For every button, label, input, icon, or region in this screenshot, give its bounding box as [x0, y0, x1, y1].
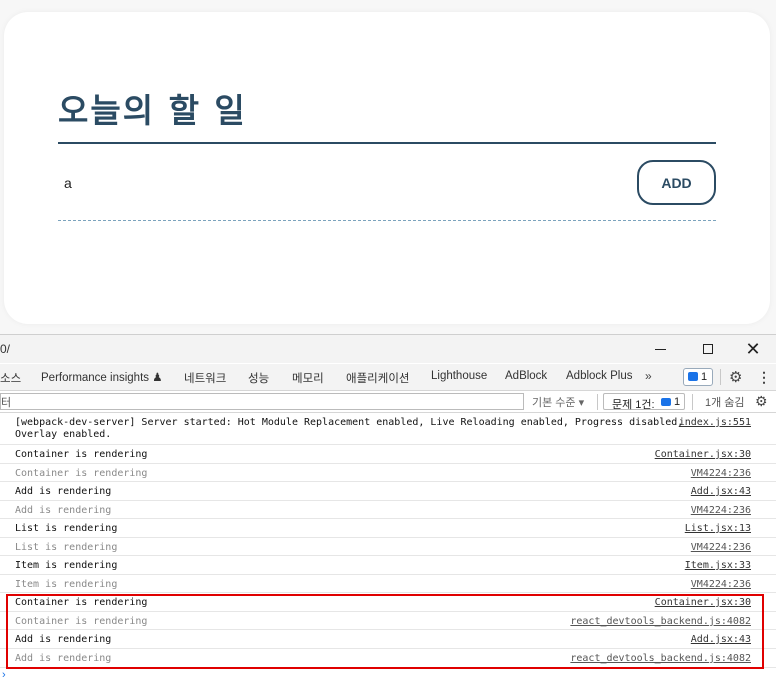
- log-source-link[interactable]: Item.jsx:33: [685, 560, 751, 571]
- more-tabs-icon[interactable]: »: [645, 369, 652, 383]
- tab-performance-insights[interactable]: Performance insights ♟: [41, 370, 163, 384]
- add-button[interactable]: ADD: [637, 160, 716, 205]
- log-message: Add is rendering: [15, 634, 112, 645]
- log-message: List is rendering: [15, 523, 118, 534]
- log-source-link[interactable]: Add.jsx:43: [691, 486, 751, 497]
- close-icon[interactable]: ✕: [742, 339, 764, 359]
- log-row: Add is rendering VM4224:236: [0, 501, 776, 519]
- log-row: Add is rendering Add.jsx:43: [0, 630, 776, 649]
- devtools-titlebar: 0/ ✕: [0, 335, 776, 363]
- page-title: 오늘의 할 일: [58, 91, 247, 130]
- tab-lighthouse[interactable]: Lighthouse: [431, 370, 487, 382]
- log-row: Add is rendering react_devtools_backend.…: [0, 649, 776, 668]
- log-message: Container is rendering: [15, 468, 148, 479]
- log-source-link[interactable]: Add.jsx:43: [691, 634, 751, 645]
- console-settings-gear-icon[interactable]: ⚙: [755, 393, 768, 410]
- tab-performance[interactable]: 성능: [248, 370, 269, 386]
- log-row: List is rendering List.jsx:13: [0, 519, 776, 538]
- more-options-icon[interactable]: ⋮: [757, 369, 771, 386]
- log-message: Container is rendering: [15, 449, 148, 460]
- console-log-list: [webpack-dev-server] Server started: Hot…: [0, 413, 776, 668]
- log-row: Item is rendering Item.jsx:33: [0, 556, 776, 575]
- log-message: Container is rendering: [15, 616, 148, 627]
- minimize-icon[interactable]: [650, 339, 672, 359]
- issues-badge[interactable]: 1: [683, 368, 713, 386]
- filter-input[interactable]: 터: [0, 393, 524, 410]
- maximize-icon[interactable]: [697, 339, 719, 359]
- todo-input[interactable]: [64, 170, 624, 196]
- log-level-select[interactable]: 기본 수준 ▾: [532, 394, 584, 410]
- issues-count-button[interactable]: 문제 1건: 1: [603, 393, 685, 411]
- log-row: [webpack-dev-server] Server started: Hot…: [0, 413, 776, 445]
- log-row: Container is rendering Container.jsx:30: [0, 445, 776, 464]
- log-source-link[interactable]: VM4224:236: [691, 579, 751, 590]
- log-source-link[interactable]: Container.jsx:30: [655, 597, 751, 608]
- log-message: [webpack-dev-server] Server started: Hot…: [15, 417, 684, 440]
- tab-network[interactable]: 네트워크: [184, 370, 226, 386]
- issues-badge-count: 1: [701, 371, 708, 383]
- log-message: List is rendering: [15, 542, 118, 553]
- list-divider: [58, 220, 716, 221]
- log-message: Add is rendering: [15, 505, 112, 516]
- log-source-link[interactable]: VM4224:236: [691, 542, 751, 553]
- settings-gear-icon[interactable]: ⚙: [729, 368, 742, 386]
- divider: [597, 394, 598, 410]
- title-divider: [58, 142, 716, 144]
- devtools-window: 0/ ✕ 소스 Performance insights ♟ 네트워크 성능 메…: [0, 334, 776, 696]
- divider: [692, 394, 693, 410]
- todo-card: 오늘의 할 일 ADD: [4, 12, 770, 324]
- log-source-link[interactable]: VM4224:236: [691, 505, 751, 516]
- tab-application[interactable]: 애플리케이션: [346, 370, 409, 386]
- tab-adblock-plus[interactable]: Adblock Plus: [566, 370, 632, 382]
- log-source-link[interactable]: react_devtools_backend.js:4082: [570, 653, 751, 664]
- log-source-link[interactable]: react_devtools_backend.js:4082: [570, 616, 751, 627]
- devtools-tabbar: 소스 Performance insights ♟ 네트워크 성능 메모리 애플…: [0, 364, 776, 391]
- hidden-count: 1개 숨김: [705, 397, 745, 409]
- message-icon: [688, 372, 698, 381]
- log-message: Container is rendering: [15, 597, 148, 608]
- issues-count-number: 1: [674, 396, 681, 408]
- log-source-link[interactable]: index.js:551: [679, 417, 751, 428]
- log-source-link[interactable]: Container.jsx:30: [655, 449, 751, 460]
- log-row: Item is rendering VM4224:236: [0, 575, 776, 593]
- log-row: Add is rendering Add.jsx:43: [0, 482, 776, 501]
- console-filterbar: 터 기본 수준 ▾ 문제 1건: 1 1개 숨김 ⚙: [0, 391, 776, 413]
- log-message: Item is rendering: [15, 579, 118, 590]
- log-message: Add is rendering: [15, 486, 112, 497]
- log-row: Container is rendering Container.jsx:30: [0, 593, 776, 612]
- console-prompt-icon[interactable]: ›: [2, 669, 6, 681]
- log-row: List is rendering VM4224:236: [0, 538, 776, 556]
- devtools-url: 0/: [0, 342, 11, 356]
- log-message: Add is rendering: [15, 653, 112, 664]
- tab-sources[interactable]: 소스: [0, 370, 21, 386]
- issues-count-label: 문제 1건:: [612, 399, 655, 411]
- log-source-link[interactable]: List.jsx:13: [685, 523, 751, 534]
- tab-memory[interactable]: 메모리: [292, 370, 324, 386]
- tab-adblock[interactable]: AdBlock: [505, 370, 547, 382]
- log-source-link[interactable]: VM4224:236: [691, 468, 751, 479]
- divider: [720, 369, 721, 385]
- log-row: Container is rendering VM4224:236: [0, 464, 776, 482]
- log-row: Container is rendering react_devtools_ba…: [0, 612, 776, 630]
- log-message: Item is rendering: [15, 560, 118, 571]
- message-icon: [661, 398, 671, 406]
